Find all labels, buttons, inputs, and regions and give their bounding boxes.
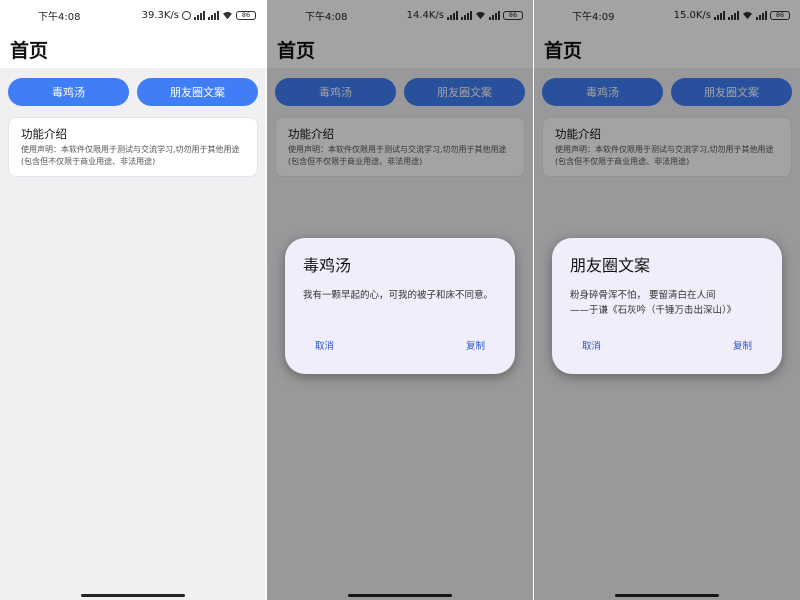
dialog-body: 粉身碎骨浑不怕， 要留清白在人间 ——于谦《石灰吟（千锤万击出深山）》: [570, 288, 764, 318]
signal-icon: [194, 10, 205, 20]
signal-icon-2: [208, 10, 219, 20]
dialog-line-1: 粉身碎骨浑不怕， 要留清白在人间: [570, 290, 716, 301]
wifi-icon: [223, 11, 232, 19]
dialog-actions: 取消 复制: [315, 338, 485, 352]
status-bar: 下午4:08 39.3K/s 86: [0, 0, 266, 30]
gesture-bar[interactable]: [81, 594, 185, 597]
screen-home: 下午4:08 39.3K/s 86 首页 毒鸡汤 朋友圈文案 功能介绍 使用声明…: [0, 0, 266, 600]
screen-moments-dialog: 下午4:09 15.0K/s 86 首页 毒鸡汤 朋友圈文案 功能介绍 使用声明…: [534, 0, 800, 600]
page-title: 首页: [10, 39, 49, 62]
info-title: 功能介绍: [21, 127, 67, 141]
quote-dialog: 毒鸡汤 我有一颗早起的心，可我的被子和床不同意。 取消 复制: [285, 238, 515, 374]
copy-button[interactable]: 复制: [733, 338, 752, 352]
cancel-button[interactable]: 取消: [315, 338, 334, 352]
status-icons: 39.3K/s 86: [142, 10, 256, 21]
dialog-actions: 取消 复制: [582, 338, 752, 352]
main-content: 毒鸡汤 朋友圈文案 功能介绍 使用声明：本软件仅限用于测试与交流学习,切勿用于其…: [0, 68, 266, 177]
dialog-title: 朋友圈文案: [570, 256, 651, 275]
cancel-button[interactable]: 取消: [582, 338, 601, 352]
button-row: 毒鸡汤 朋友圈文案: [8, 78, 258, 106]
moments-copy-button[interactable]: 朋友圈文案: [137, 78, 258, 106]
info-card: 功能介绍 使用声明：本软件仅限用于测试与交流学习,切勿用于其他用途(包含但不仅限…: [8, 117, 258, 177]
network-speed: 39.3K/s: [141, 9, 179, 21]
quote-dialog: 朋友圈文案 粉身碎骨浑不怕， 要留清白在人间 ——于谦《石灰吟（千锤万击出深山）…: [552, 238, 782, 374]
battery-icon: 86: [236, 10, 256, 20]
dialog-line-1: 我有一颗早起的心，可我的被子和床不同意。: [303, 290, 494, 301]
app-bar: 首页: [0, 30, 266, 68]
dialog-line-2: ——于谦《石灰吟（千锤万击出深山）》: [570, 305, 737, 316]
info-text: 使用声明：本软件仅限用于测试与交流学习,切勿用于其他用途(包含但不仅限于商业用途…: [21, 145, 240, 166]
dialog-title: 毒鸡汤: [303, 256, 352, 275]
dialog-body: 我有一颗早起的心，可我的被子和床不同意。: [303, 288, 497, 303]
poison-soup-button[interactable]: 毒鸡汤: [8, 78, 129, 106]
status-time: 下午4:08: [38, 11, 81, 23]
screen-poison-soup-dialog: 下午4:08 14.4K/s 86 首页 毒鸡汤 朋友圈文案 功能介绍 使用声明…: [267, 0, 533, 600]
alarm-icon: [182, 10, 191, 20]
copy-button[interactable]: 复制: [466, 338, 485, 352]
